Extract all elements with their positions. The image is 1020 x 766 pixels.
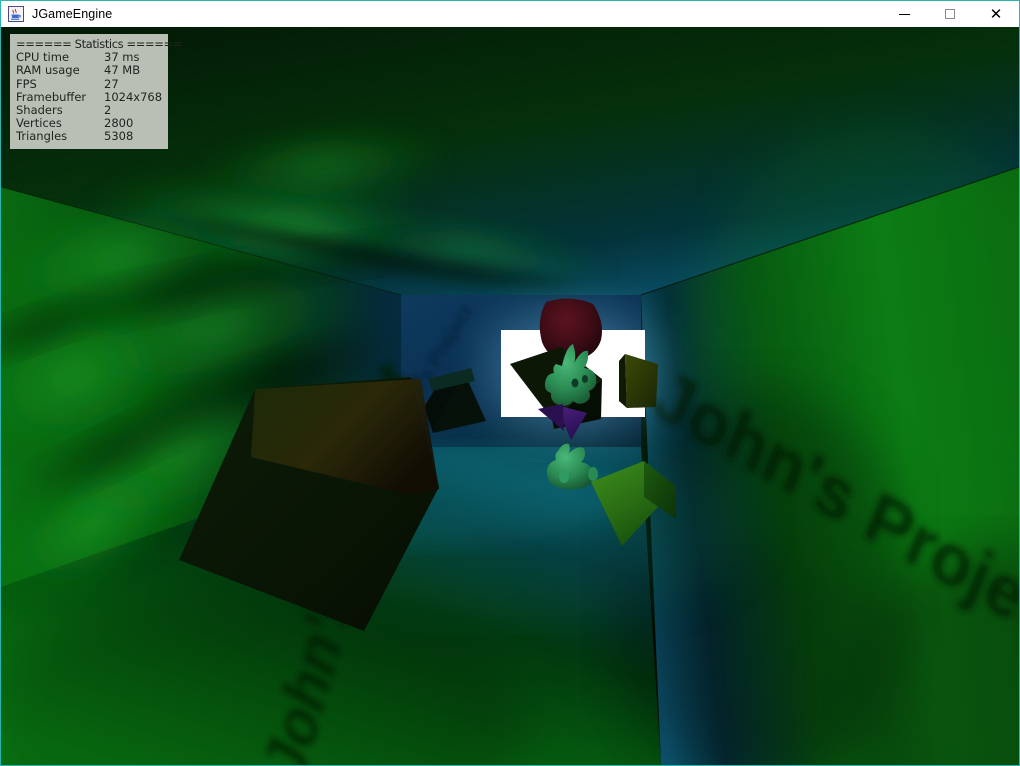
stat-value-fps: 27	[104, 76, 119, 91]
window-title: JGameEngine	[32, 7, 113, 21]
minimize-button[interactable]	[881, 1, 927, 27]
java-coffee-cup-icon	[8, 6, 24, 22]
window-controls: ✕	[881, 1, 1019, 27]
title-bar[interactable]: JGameEngine ✕	[1, 1, 1019, 27]
maximize-button[interactable]	[927, 1, 973, 27]
stat-label-triangles: Triangles	[16, 129, 68, 144]
stat-label-ram-usage: RAM usage	[16, 63, 80, 78]
maximize-icon	[945, 9, 955, 19]
stat-row-ram-usage: RAM usage 47 MB	[16, 64, 162, 77]
stat-row-fps: FPS 27	[16, 76, 162, 91]
stat-value-framebuffer: 1024x768	[104, 89, 163, 104]
stat-row-triangles: Triangles 5308	[16, 130, 162, 143]
close-button[interactable]: ✕	[973, 1, 1019, 27]
statistics-overlay-panel: ====== Statistics ====== CPU time 37 ms …	[10, 34, 182, 149]
render-viewport[interactable]: John's Project John's Project John's Pro…	[1, 27, 1019, 765]
minimize-icon	[898, 13, 910, 15]
stat-label-fps: FPS	[16, 76, 37, 91]
stat-value-triangles: 5308	[104, 129, 134, 144]
application-window: JGameEngine ✕ John's Project John's Proj…	[0, 0, 1020, 766]
close-icon: ✕	[989, 5, 1003, 23]
stat-value-ram-usage: 47 MB	[104, 63, 141, 78]
